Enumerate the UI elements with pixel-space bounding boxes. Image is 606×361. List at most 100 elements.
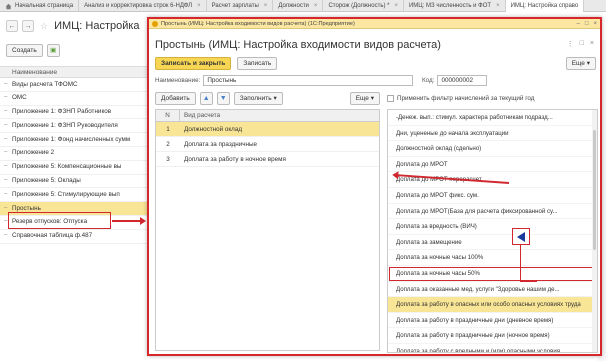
expand-icon[interactable]: □ [580,40,584,48]
list-item[interactable]: – Приложение 5: Оклады [0,175,150,189]
scrollbar[interactable] [592,110,597,352]
save-and-close-button[interactable]: Записать и закрыть [155,57,232,70]
favorite-star-icon[interactable]: ☆ [40,21,48,32]
item-marker-icon: – [4,94,8,101]
item-marker-icon: – [4,121,8,128]
red-connector-vertical [520,245,521,281]
list-item[interactable]: -Денеж. вып.: стимул. характера работник… [388,110,597,126]
dialog-heading: Простынь (ИМЦ: Настройка входимости видо… [155,39,441,51]
forward-button[interactable]: → [22,20,34,32]
name-field[interactable]: Простынь [203,75,414,86]
close-icon[interactable]: × [590,40,594,48]
tab-label: Сторож (Должность) * [328,3,390,9]
tab-mz-headcount[interactable]: ИМЦ: МЗ численность и ФОТ × [404,0,506,12]
left-more-button[interactable]: Еще ▾ [349,91,380,105]
item-marker-icon: – [4,190,8,197]
close-icon[interactable]: × [593,21,597,27]
chevron-down-icon: ▾ [586,60,590,67]
table-row[interactable]: 2 Доплата за праздничные [156,137,379,152]
table-row[interactable]: 3 Доплата за работу в ночное время [156,152,379,167]
move-to-left-button[interactable] [512,228,530,245]
right-pane: Применить фильтр начислений за текущий г… [387,91,598,353]
list-item[interactable]: – Приложение 1: ФЗНП Работников [0,106,150,120]
list-item[interactable]: Доплата за оказанные мед. услуги "Здоров… [388,282,597,298]
tab-payroll[interactable]: Расчет зарплаты × [207,0,274,12]
menu-dots-icon[interactable]: ⋮ [567,40,574,48]
tab-6ndfl[interactable]: Анализ и корректировка строк 6-НДФЛ × [79,0,207,12]
tab-label: Анализ и корректировка строк 6-НДФЛ [84,3,193,9]
list-item[interactable]: Доплата за работу в праздничные дни (ноч… [388,328,597,344]
triangle-left-icon [517,231,525,242]
list-item[interactable]: – ОМС [0,92,150,106]
code-field-row: Код: 000000002 [422,75,488,86]
maximize-icon[interactable]: □ [585,21,589,27]
list-item[interactable]: – Приложение 2 [0,147,150,161]
minimize-icon[interactable]: – [577,21,580,27]
list-item[interactable]: Доплата до МРОТ [388,157,597,173]
code-field[interactable]: 000000002 [437,75,488,86]
dialog-window-title: Простынь (ИМЦ: Настройка входимости видо… [161,20,355,27]
list-item[interactable]: – Справочная таблица ф.487 [0,230,150,244]
save-button[interactable]: Записать [237,57,278,70]
close-icon[interactable]: × [394,0,398,12]
list-item-label: Виды расчета ТФОМС [12,80,78,88]
close-icon[interactable]: × [197,0,201,12]
move-up-button[interactable]: ▲ [199,91,213,105]
item-marker-icon: – [4,177,8,184]
list-item[interactable]: Должностной оклад (сдельно) [388,141,597,157]
list-item[interactable]: – Приложение 1: ФЗНП Руководителя [0,119,150,134]
fill-label: Заполнить [239,94,272,102]
list-item[interactable]: Доплата за ночные часы 100% [388,250,597,266]
row-number: 2 [166,141,170,148]
col-n-header: N [156,110,180,121]
list-item-label: Приложение 1: ФЗНП Работников [12,108,112,116]
table-row[interactable]: 1 Должностной оклад [156,122,379,137]
name-label: Наименование: [155,77,201,84]
window-controls: – □ × [577,21,597,27]
filter-label: Применить фильтр начислений за текущий г… [397,94,535,102]
list-item[interactable]: – Приложение 5: Компенсационные вы [0,161,150,175]
arrow-left-icon: ← [8,22,16,30]
list-item[interactable]: – Виды расчета ТФОМС [0,78,150,92]
tab-watchman[interactable]: Сторож (Должность) * × [323,0,404,12]
tab-label: Должности [278,3,309,9]
calc-types-table: N Вид расчета 1 Должностной оклад 2 Доплата… [155,109,380,351]
close-icon[interactable]: × [264,0,268,12]
tab-positions[interactable]: Должности × [273,0,324,12]
tab-imc-settings[interactable]: ИМЦ: Настройка справо [505,0,585,12]
back-button[interactable]: ← [6,20,18,32]
list-item[interactable]: Доплата за работу с вредными и (или) опа… [388,344,597,352]
close-icon[interactable]: × [496,0,500,12]
create-folder-button[interactable]: ▣ [46,44,60,57]
list-item[interactable]: Доплата за работу в праздничные дни (дне… [388,313,597,329]
item-marker-icon: – [4,135,8,142]
filter-checkbox-row[interactable]: Применить фильтр начислений за текущий г… [387,91,598,105]
move-down-button[interactable]: ▼ [216,91,230,105]
list-item[interactable]: Дни, уцененые до начала эксплуатации [388,126,597,142]
list-item[interactable]: Доплата за ночные часы 50% [388,266,597,282]
create-button[interactable]: Создать [6,44,43,57]
list-item[interactable]: Доплата до МРОТ(База для расчета фиксиро… [388,204,597,220]
filter-checkbox[interactable] [387,94,394,102]
code-label: Код: [422,77,435,84]
col-type-header: Вид расчета [184,112,221,119]
tab-bar: Начальная страница Анализ и корректировк… [0,0,606,12]
more-button[interactable]: Еще ▾ [565,57,596,70]
row-calc-type: Должностной оклад [184,126,243,133]
list-item[interactable]: Доплата за работу в опасных или особо оп… [388,297,597,313]
close-icon[interactable]: × [314,0,318,12]
list-item[interactable]: – Приложение 5: Стимулирующие вып [0,188,150,203]
add-button[interactable]: Добавить [155,91,196,105]
dialog-toolbar: Записать и закрыть Записать Еще ▾ [155,57,596,70]
list-item[interactable]: Доплата до МРОТ фикс. сум. [388,188,597,204]
page-title: ИМЦ: Настройка [54,20,140,32]
scrollbar-thumb[interactable] [593,130,596,250]
fill-button[interactable]: Заполнить ▾ [233,91,283,105]
list-item-label: Приложение 1: Фонд начисленных сумм [12,135,131,143]
more-label: Еще [355,94,369,102]
list-item[interactable]: – Приложение 1: Фонд начисленных сумм [0,133,150,147]
tab-home[interactable]: Начальная страница [0,0,80,12]
list-item[interactable]: Доплата за замещение [388,235,597,251]
more-label: Еще [571,60,585,67]
list-item[interactable]: Доплата за вредность (ВИЧ) [388,219,597,235]
